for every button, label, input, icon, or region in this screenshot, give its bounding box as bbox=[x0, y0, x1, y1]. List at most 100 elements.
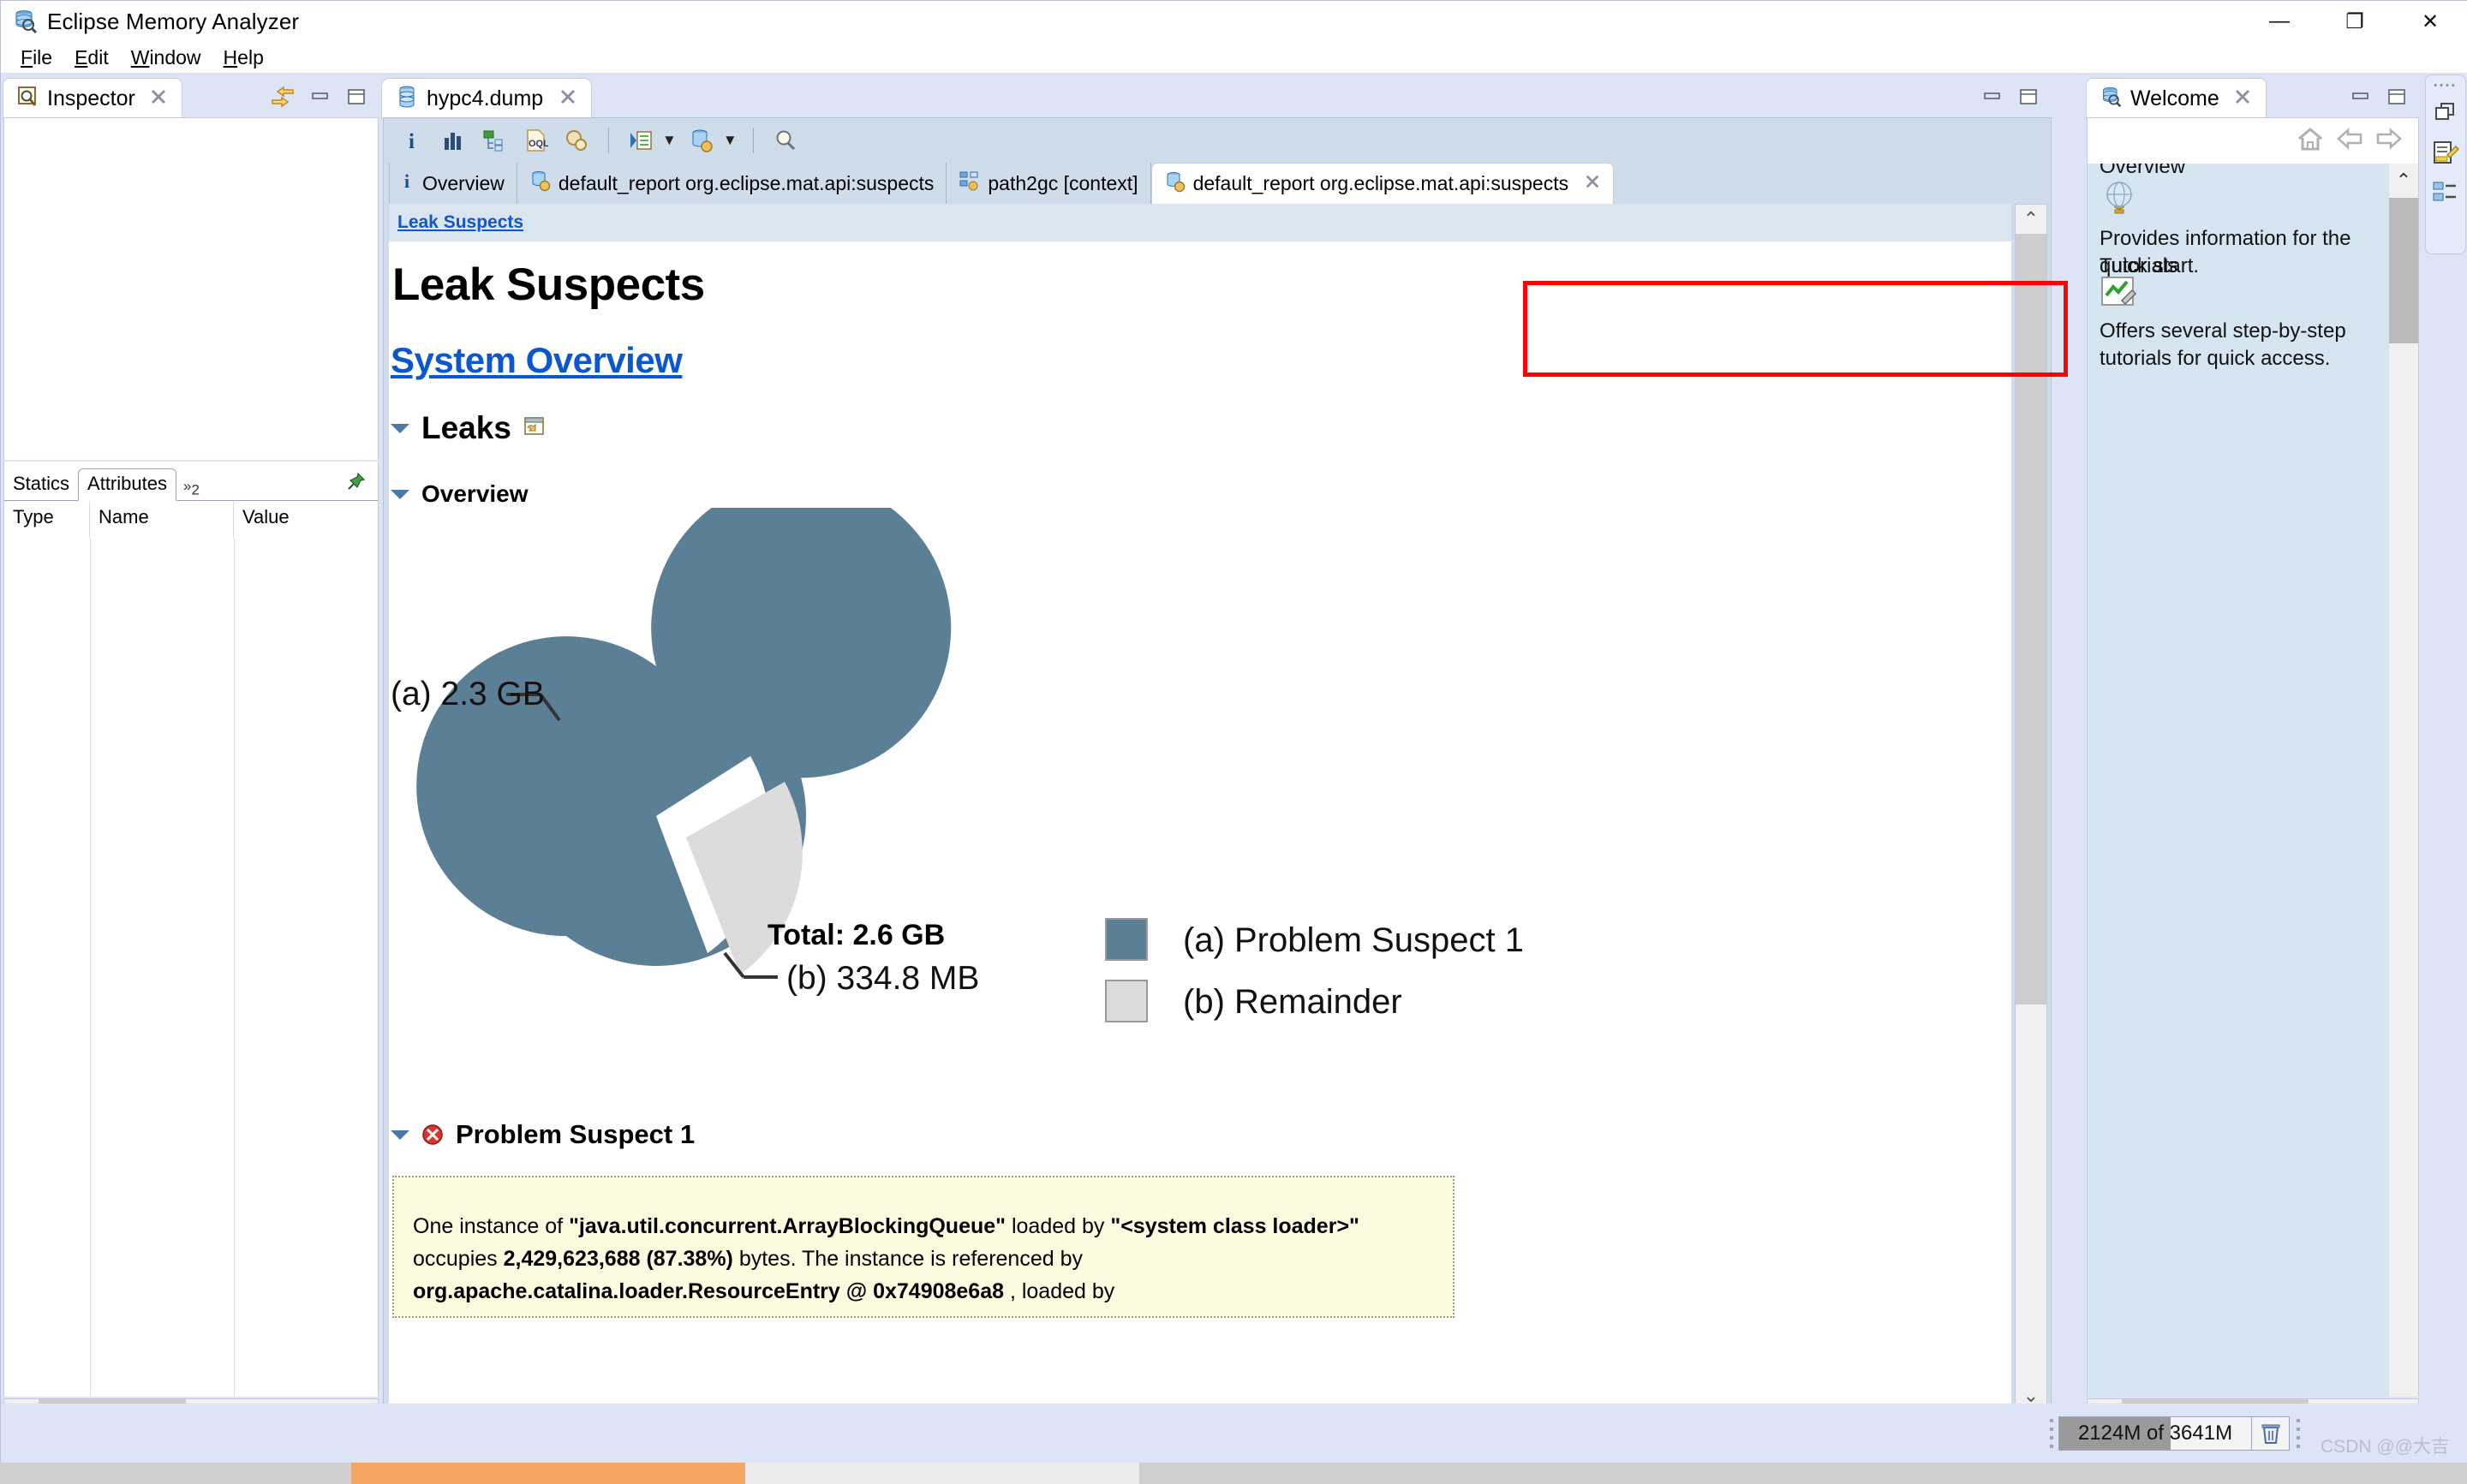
report-vertical-scrollbar[interactable]: ⌃ ⌄ bbox=[2015, 204, 2047, 1411]
chevron-down-icon[interactable] bbox=[391, 489, 409, 499]
column-header-name[interactable]: Name bbox=[90, 501, 234, 539]
trash-icon[interactable] bbox=[2252, 1416, 2290, 1451]
application-window: Eclipse Memory Analyzer — ❐ ✕ File Edit … bbox=[0, 0, 2467, 1463]
inspector-view: Inspector Statics Attributes »2 Type Nam… bbox=[3, 74, 379, 1453]
drag-handle[interactable]: •••• bbox=[2434, 80, 2457, 91]
dominator-tree-icon[interactable] bbox=[2432, 180, 2459, 210]
forward-arrow-icon[interactable] bbox=[2375, 127, 2403, 155]
menu-edit[interactable]: Edit bbox=[63, 45, 120, 71]
report-tab-path2gc[interactable]: path2gc [context] bbox=[947, 163, 1151, 204]
memory-analyzer-icon bbox=[13, 9, 39, 34]
oql-icon[interactable]: OQL bbox=[519, 124, 552, 157]
inspector-inner-tabs: Statics Attributes »2 bbox=[3, 462, 379, 501]
welcome-vertical-scrollbar[interactable]: ⌃ bbox=[2389, 164, 2418, 1397]
close-icon[interactable] bbox=[1584, 172, 1601, 195]
report-icon bbox=[1164, 170, 1186, 198]
info-icon[interactable]: i bbox=[396, 124, 428, 157]
tab-overflow-count: 2 bbox=[191, 481, 200, 498]
inspector-table-body[interactable] bbox=[3, 539, 379, 1397]
maximize-button[interactable]: ❐ bbox=[2317, 1, 2392, 42]
dominator-tree-icon[interactable] bbox=[478, 124, 511, 157]
link-with-editor-icon[interactable] bbox=[270, 85, 296, 113]
taskbar-item-2[interactable] bbox=[745, 1463, 1139, 1484]
legend-swatch-b bbox=[1105, 980, 1148, 1022]
maximize-icon[interactable] bbox=[345, 86, 367, 111]
column-header-value[interactable]: Value bbox=[234, 501, 378, 539]
problem-suspect-header[interactable]: Problem Suspect 1 bbox=[391, 1119, 2011, 1150]
close-icon[interactable] bbox=[149, 87, 168, 110]
histogram-icon[interactable] bbox=[437, 124, 469, 157]
scroll-thumb[interactable] bbox=[2016, 234, 2046, 1004]
report-tab-label: default_report org.eclipse.mat.api:suspe… bbox=[558, 171, 935, 194]
welcome-tab-row: Welcome bbox=[2086, 74, 2420, 119]
desc-seg-7: org.apache.catalina.loader.ResourceEntry… bbox=[413, 1279, 1005, 1303]
memory-analyzer-icon bbox=[2100, 86, 2123, 112]
menu-window[interactable]: Window bbox=[120, 45, 212, 71]
back-arrow-icon[interactable] bbox=[2336, 127, 2363, 155]
home-icon[interactable] bbox=[2297, 126, 2324, 156]
desc-seg-2: loaded by bbox=[1006, 1214, 1111, 1238]
editor-body: i OQL ▼ ▼ i Overview default_report org.… bbox=[383, 117, 2068, 1451]
search-icon[interactable] bbox=[769, 124, 802, 157]
system-overview-link[interactable]: System Overview bbox=[391, 340, 683, 381]
chevron-down-icon[interactable]: ▼ bbox=[723, 132, 738, 149]
breadcrumb-link-leak-suspects[interactable]: Leak Suspects bbox=[397, 212, 523, 233]
minimize-icon[interactable] bbox=[1981, 87, 2004, 110]
tab-attributes[interactable]: Attributes bbox=[78, 468, 176, 501]
close-button[interactable]: ✕ bbox=[2392, 1, 2467, 42]
legend-swatch-a bbox=[1105, 918, 1148, 961]
heap-monitor[interactable]: 2124M of 3641M bbox=[2058, 1416, 2252, 1451]
tab-inspector[interactable]: Inspector bbox=[3, 78, 182, 119]
section-leaks-header[interactable]: Leaks bbox=[391, 410, 2011, 446]
taskbar-item-1[interactable] bbox=[0, 1463, 351, 1484]
pie-chart-svg: (a) 2.3 GB (b) 334.8 MB (a) Problem Susp… bbox=[391, 478, 1524, 1022]
open-in-new-window-icon[interactable] bbox=[523, 415, 546, 442]
leak-suspects-pie-chart: (a) 2.3 GB (b) 334.8 MB (a) Problem Susp… bbox=[391, 478, 2011, 1107]
tutorials-icon bbox=[2100, 275, 2139, 315]
minimize-icon[interactable] bbox=[2350, 87, 2372, 110]
section-overview-header[interactable]: Overview bbox=[391, 480, 2011, 508]
scroll-up-arrow[interactable]: ⌃ bbox=[2389, 164, 2418, 198]
scroll-track[interactable] bbox=[2016, 234, 2046, 1381]
welcome-section-text-tutorials: Offers several step-by-step tutorials fo… bbox=[2100, 319, 2346, 370]
tab-overflow-chevron[interactable]: »2 bbox=[176, 473, 203, 501]
close-icon[interactable] bbox=[2233, 87, 2252, 110]
chevron-down-icon[interactable]: ▼ bbox=[662, 132, 677, 149]
watermark: CSDN @@大吉 bbox=[2321, 1437, 2449, 1457]
report-tab-default-report-1[interactable]: default_report org.eclipse.mat.api:suspe… bbox=[517, 163, 947, 204]
scroll-up-arrow[interactable]: ⌃ bbox=[2016, 205, 2046, 234]
pin-icon[interactable] bbox=[343, 462, 378, 501]
taskbar-item-active[interactable] bbox=[351, 1463, 745, 1484]
scroll-thumb[interactable] bbox=[2389, 198, 2418, 343]
maximize-icon[interactable] bbox=[2017, 86, 2040, 111]
edit-report-icon[interactable] bbox=[2432, 140, 2460, 170]
svg-text:i: i bbox=[404, 170, 409, 192]
menu-file[interactable]: File bbox=[9, 45, 63, 71]
chevron-down-icon[interactable] bbox=[391, 1129, 409, 1140]
minimize-icon[interactable] bbox=[309, 87, 332, 110]
editor-tab-row: hypc4.dump bbox=[381, 74, 2053, 119]
chevron-down-icon[interactable] bbox=[391, 423, 409, 433]
restore-perspective-icon[interactable] bbox=[2433, 101, 2458, 129]
minimize-button[interactable]: — bbox=[2242, 1, 2317, 42]
toolbar-separator bbox=[608, 128, 609, 153]
column-header-type[interactable]: Type bbox=[4, 501, 90, 539]
run-report-icon[interactable] bbox=[560, 124, 593, 157]
heap-status: 2124M of 3641M bbox=[2050, 1416, 2305, 1451]
tab-welcome[interactable]: Welcome bbox=[2086, 78, 2267, 119]
inspector-tab-label: Inspector bbox=[47, 86, 135, 110]
heap-grip bbox=[2297, 1419, 2305, 1448]
report-tab-default-report-2[interactable]: default_report org.eclipse.mat.api:suspe… bbox=[1150, 163, 1615, 204]
report-tab-overview[interactable]: i Overview bbox=[389, 163, 517, 204]
report-content: Leak Suspects Leak Suspects System Overv… bbox=[389, 204, 2011, 1411]
desc-seg-3: "<system class loader>" bbox=[1110, 1214, 1359, 1238]
maximize-icon[interactable] bbox=[2386, 86, 2408, 111]
menu-help[interactable]: Help bbox=[212, 45, 275, 71]
close-icon[interactable] bbox=[559, 87, 577, 110]
query-browser-icon[interactable] bbox=[624, 124, 657, 157]
section-overview-title: Overview bbox=[421, 480, 529, 507]
editor-window-controls bbox=[1981, 78, 2053, 119]
open-heap-dump-icon[interactable] bbox=[685, 124, 718, 157]
tab-statics[interactable]: Statics bbox=[4, 469, 79, 501]
tab-hypc4-dump[interactable]: hypc4.dump bbox=[381, 78, 593, 119]
